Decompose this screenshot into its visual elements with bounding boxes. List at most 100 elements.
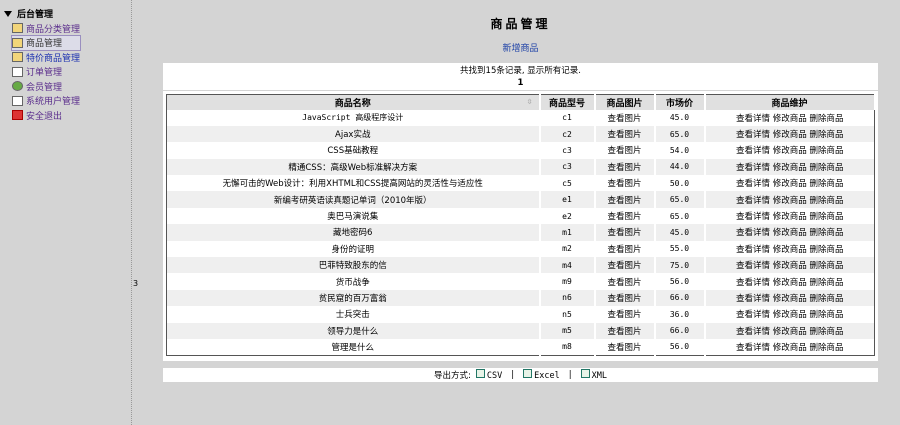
sidebar-item-label[interactable]: 订单管理 xyxy=(26,65,62,78)
delete-product-link[interactable]: 删除商品 xyxy=(809,245,843,255)
edit-product-link[interactable]: 修改商品 xyxy=(773,179,807,189)
edit-product-link[interactable]: 修改商品 xyxy=(773,278,807,288)
delete-product-link[interactable]: 删除商品 xyxy=(809,327,843,337)
sidebar-item-system-users[interactable]: 系统用户管理 xyxy=(12,94,80,109)
sort-icon[interactable]: ⇳ xyxy=(527,98,533,106)
view-details-link[interactable]: 查看详情 xyxy=(736,179,770,189)
sidebar-item-label[interactable]: 系统用户管理 xyxy=(26,94,80,107)
view-details-link[interactable]: 查看详情 xyxy=(736,294,770,304)
sidebar-item-products[interactable]: 商品管理 xyxy=(10,34,82,51)
edit-product-link[interactable]: 修改商品 xyxy=(773,228,807,238)
view-details-link[interactable]: 查看详情 xyxy=(736,212,770,222)
delete-product-link[interactable]: 删除商品 xyxy=(809,196,843,206)
add-product-link[interactable]: 新增商品 xyxy=(163,41,878,54)
view-details-link[interactable]: 查看详情 xyxy=(736,261,770,271)
sidebar-menu: 商品分类管理 商品管理 特价商品管理 订单管理 会员管理 系统用户管理 安全退出 xyxy=(10,21,82,123)
view-image-link[interactable]: 查看图片 xyxy=(594,125,656,143)
market-price: 65.0 xyxy=(654,191,706,208)
sidebar-item-logout[interactable]: 安全退出 xyxy=(12,108,80,123)
window-icon xyxy=(12,52,23,63)
delete-product-link[interactable]: 删除商品 xyxy=(809,278,843,288)
sidebar-item-label[interactable]: 商品管理 xyxy=(26,36,62,49)
window-icon xyxy=(12,37,23,48)
view-image-link[interactable]: 查看图片 xyxy=(594,175,656,192)
header-label: 商品名称 xyxy=(334,98,371,109)
sidebar-item-members[interactable]: 会员管理 xyxy=(12,79,80,94)
view-details-link[interactable]: 查看详情 xyxy=(736,196,770,206)
sidebar-item-label[interactable]: 会员管理 xyxy=(26,80,62,93)
view-details-link[interactable]: 查看详情 xyxy=(736,114,770,124)
edit-product-link[interactable]: 修改商品 xyxy=(773,212,807,222)
expand-triangle-icon[interactable] xyxy=(4,11,12,17)
view-details-link[interactable]: 查看详情 xyxy=(736,343,770,353)
xml-icon xyxy=(580,369,590,378)
sidebar-item-category[interactable]: 商品分类管理 xyxy=(12,21,80,36)
export-xml-link[interactable]: XML xyxy=(580,369,607,381)
product-model: m8 xyxy=(539,338,596,356)
sidebar-item-label[interactable]: 特价商品管理 xyxy=(26,51,80,64)
delete-product-link[interactable]: 删除商品 xyxy=(809,310,843,320)
delete-product-link[interactable]: 删除商品 xyxy=(809,294,843,304)
export-csv-link[interactable]: CSV xyxy=(475,369,502,381)
view-details-link[interactable]: 查看详情 xyxy=(736,146,770,156)
view-image-link[interactable]: 查看图片 xyxy=(594,257,656,274)
page-number[interactable]: 1 xyxy=(163,77,878,89)
product-model: m4 xyxy=(539,257,596,274)
header-price[interactable]: 市场价 xyxy=(654,94,706,110)
market-price: 65.0 xyxy=(654,125,706,143)
edit-product-link[interactable]: 修改商品 xyxy=(773,245,807,255)
delete-product-link[interactable]: 删除商品 xyxy=(809,212,843,222)
view-details-link[interactable]: 查看详情 xyxy=(736,278,770,288)
header-name[interactable]: 商品名称 ⇳ xyxy=(166,94,541,110)
view-image-link[interactable]: 查看图片 xyxy=(594,109,656,126)
product-model: e1 xyxy=(539,191,596,208)
edit-product-link[interactable]: 修改商品 xyxy=(773,327,807,337)
sidebar-item-special-products[interactable]: 特价商品管理 xyxy=(12,50,80,65)
edit-product-link[interactable]: 修改商品 xyxy=(773,196,807,206)
view-image-link[interactable]: 查看图片 xyxy=(594,158,656,176)
view-details-link[interactable]: 查看详情 xyxy=(736,228,770,238)
edit-product-link[interactable]: 修改商品 xyxy=(773,294,807,304)
delete-product-link[interactable]: 删除商品 xyxy=(809,130,843,140)
view-image-link[interactable]: 查看图片 xyxy=(594,273,656,290)
add-product-link-text[interactable]: 新增商品 xyxy=(502,44,538,54)
delete-product-link[interactable]: 删除商品 xyxy=(809,114,843,124)
view-details-link[interactable]: 查看详情 xyxy=(736,327,770,337)
view-details-link[interactable]: 查看详情 xyxy=(736,245,770,255)
view-details-link[interactable]: 查看详情 xyxy=(736,130,770,140)
view-image-link[interactable]: 查看图片 xyxy=(594,207,656,225)
delete-product-link[interactable]: 删除商品 xyxy=(809,163,843,173)
view-details-link[interactable]: 查看详情 xyxy=(736,163,770,173)
maintenance-actions: 查看详情 修改商品 删除商品 xyxy=(704,224,875,241)
view-image-link[interactable]: 查看图片 xyxy=(594,306,656,323)
edit-product-link[interactable]: 修改商品 xyxy=(773,114,807,124)
sidebar-item-label[interactable]: 商品分类管理 xyxy=(26,22,80,35)
edit-product-link[interactable]: 修改商品 xyxy=(773,310,807,320)
delete-product-link[interactable]: 删除商品 xyxy=(809,179,843,189)
edit-product-link[interactable]: 修改商品 xyxy=(773,163,807,173)
delete-product-link[interactable]: 删除商品 xyxy=(809,261,843,271)
export-excel-link[interactable]: Excel xyxy=(523,369,560,381)
edit-product-link[interactable]: 修改商品 xyxy=(773,343,807,353)
view-image-link[interactable]: 查看图片 xyxy=(594,338,656,356)
view-details-link[interactable]: 查看详情 xyxy=(736,310,770,320)
csv-icon xyxy=(475,369,485,378)
view-image-link[interactable]: 查看图片 xyxy=(594,289,656,307)
edit-product-link[interactable]: 修改商品 xyxy=(773,146,807,156)
tree-root[interactable]: 后台管理 xyxy=(4,7,53,20)
delete-product-link[interactable]: 删除商品 xyxy=(809,228,843,238)
view-image-link[interactable]: 查看图片 xyxy=(594,322,656,339)
frame-divider[interactable] xyxy=(131,0,132,425)
view-image-link[interactable]: 查看图片 xyxy=(594,224,656,241)
view-image-link[interactable]: 查看图片 xyxy=(594,142,656,159)
edit-product-link[interactable]: 修改商品 xyxy=(773,261,807,271)
sidebar-item-label[interactable]: 安全退出 xyxy=(26,109,62,122)
delete-product-link[interactable]: 删除商品 xyxy=(809,146,843,156)
sidebar-item-orders[interactable]: 订单管理 xyxy=(12,65,80,80)
edit-product-link[interactable]: 修改商品 xyxy=(773,130,807,140)
view-image-link[interactable]: 查看图片 xyxy=(594,240,656,258)
market-price: 45.0 xyxy=(654,109,706,126)
export-bar: 导出方式: CSV | Excel | XML xyxy=(163,368,878,382)
delete-product-link[interactable]: 删除商品 xyxy=(809,343,843,353)
view-image-link[interactable]: 查看图片 xyxy=(594,191,656,208)
